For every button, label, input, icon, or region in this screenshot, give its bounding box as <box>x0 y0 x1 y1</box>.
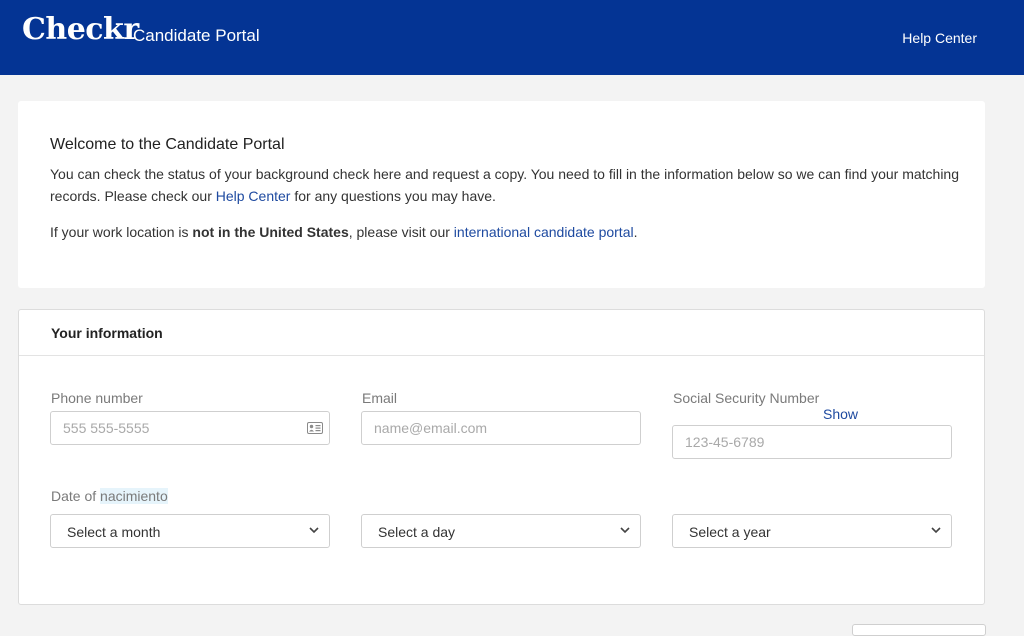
welcome-text: You can check the status of your backgro… <box>50 166 960 204</box>
phone-label: Phone number <box>51 390 143 406</box>
ssn-show-toggle[interactable]: Show <box>823 406 858 422</box>
notice-bold-text: not in the United States <box>192 224 349 240</box>
welcome-text: for any questions you may have. <box>290 188 496 204</box>
phone-input[interactable] <box>50 411 330 445</box>
day-select-value: Select a day <box>378 524 456 540</box>
email-label: Email <box>362 390 398 406</box>
info-card-header: Your information <box>19 310 984 356</box>
dob-label: Date of nacimiento <box>51 488 168 504</box>
submit-button[interactable] <box>852 624 986 636</box>
year-select[interactable]: Select a year <box>672 514 952 548</box>
notice-text: , please visit our <box>348 224 454 240</box>
notice-text: If your work location is <box>50 224 193 240</box>
portal-title: Candidate Portal <box>133 26 260 45</box>
welcome-heading: Welcome to the Candidate Portal <box>50 136 285 153</box>
ssn-input[interactable] <box>672 425 952 459</box>
day-select[interactable]: Select a day <box>361 514 641 548</box>
dob-label-prefix: Date of <box>51 488 101 504</box>
info-card-title: Your information <box>51 325 163 341</box>
contact-card-icon[interactable] <box>307 422 323 434</box>
email-input[interactable] <box>361 411 641 445</box>
welcome-card: Welcome to the Candidate Portal You can … <box>18 101 985 288</box>
help-center-link[interactable]: Help Center <box>902 30 977 46</box>
welcome-description: You can check the status of your backgro… <box>50 163 960 207</box>
chevron-down-icon <box>931 527 941 534</box>
international-portal-link[interactable]: international candidate portal <box>454 224 634 240</box>
month-select[interactable]: Select a month <box>50 514 330 548</box>
help-center-inline-link[interactable]: Help Center <box>216 188 291 204</box>
ssn-label: Social Security Number <box>673 390 820 406</box>
international-notice: If your work location is not in the Unit… <box>50 221 960 243</box>
chevron-down-icon <box>620 527 630 534</box>
chevron-down-icon <box>309 527 319 534</box>
notice-text: . <box>633 224 638 240</box>
checkr-logo[interactable]: Checkr <box>22 12 139 47</box>
top-navbar: Checkr Candidate Portal Help Center <box>0 0 1024 75</box>
your-information-card: Your information Phone number Email Soci… <box>18 309 985 605</box>
dob-label-highlight: nacimiento <box>100 488 168 504</box>
year-select-value: Select a year <box>689 524 771 540</box>
month-select-value: Select a month <box>67 524 161 540</box>
